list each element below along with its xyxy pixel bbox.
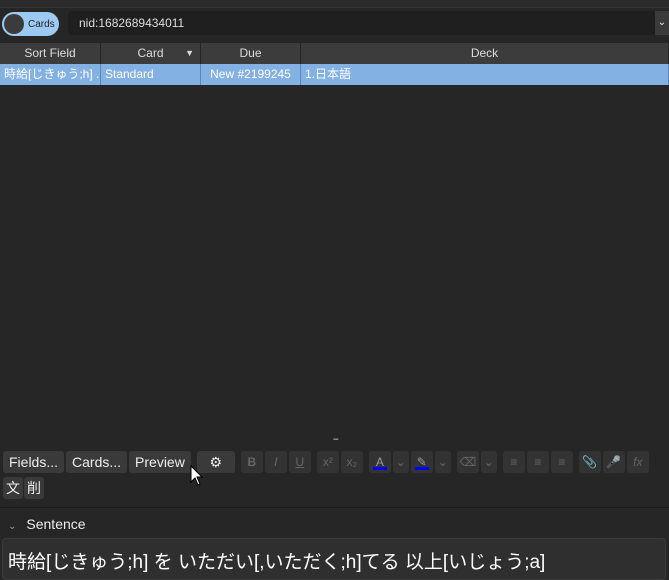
- math-button[interactable]: fx: [626, 451, 649, 473]
- align-icon: ≡: [558, 455, 566, 469]
- eraser-icon: ⌫: [459, 455, 477, 469]
- cards-button[interactable]: Cards...: [66, 451, 128, 473]
- paperclip-icon: 📎: [582, 455, 598, 469]
- eraser-button[interactable]: ⌫: [456, 451, 479, 473]
- field-label-text: Sentence: [26, 516, 86, 532]
- field-label[interactable]: ⌄ Sentence: [8, 516, 86, 532]
- title-bar: [0, 0, 669, 8]
- table-row[interactable]: 時給[じきゅう;h] ... Standard New #2199245 1.日…: [0, 64, 669, 85]
- underline-button[interactable]: U: [288, 451, 311, 473]
- chevron-down-icon: ⌄: [657, 17, 667, 28]
- toggle-knob: [4, 14, 24, 34]
- italic-button[interactable]: I: [264, 451, 287, 473]
- eraser-dropdown[interactable]: ⌄: [480, 451, 497, 473]
- mouse-cursor-icon: [190, 465, 204, 486]
- microphone-icon: 🎤: [606, 455, 622, 469]
- sentence-field-input[interactable]: 時給[じきゅう;h] を いただい[,いただく;h]てる 以上[いじょう;a]: [2, 538, 666, 580]
- toggle-label: Cards: [28, 18, 55, 30]
- column-due[interactable]: Due: [201, 43, 301, 64]
- cell-sort-field: 時給[じきゅう;h] ...: [0, 64, 101, 85]
- highlight-swatch: [414, 467, 429, 470]
- editor-toolbar: Fields... Cards... Preview ⚙ B I U x² x₂…: [3, 451, 649, 473]
- sort-desc-icon: ▼: [185, 48, 194, 58]
- column-sort-field[interactable]: Sort Field: [0, 43, 101, 64]
- search-history-dropdown[interactable]: ⌄: [655, 11, 669, 35]
- function-icon: fx: [633, 455, 643, 469]
- superscript-button[interactable]: x²: [316, 451, 339, 473]
- align-button[interactable]: ≡: [550, 451, 573, 473]
- column-card-label: Card: [137, 46, 164, 60]
- bold-button[interactable]: B: [240, 451, 263, 473]
- text-color-swatch: [372, 467, 387, 470]
- highlight-dropdown[interactable]: ⌄: [434, 451, 451, 473]
- addon-buttons: 文 削: [3, 477, 44, 499]
- addon-button-saku[interactable]: 削: [24, 477, 44, 499]
- numbered-list-icon: ≡: [534, 455, 542, 469]
- bullet-list-icon: ≡: [510, 455, 518, 469]
- numbered-list-button[interactable]: ≡: [526, 451, 549, 473]
- preview-button[interactable]: Preview: [129, 451, 191, 473]
- attach-button[interactable]: 📎: [578, 451, 601, 473]
- splitter-handle[interactable]: ▪▪▪▪: [333, 437, 338, 443]
- addon-button-bun[interactable]: 文: [3, 477, 23, 499]
- search-input[interactable]: nid:1682689434011: [68, 11, 656, 35]
- cell-card: Standard: [101, 64, 201, 85]
- text-color-dropdown[interactable]: ⌄: [392, 451, 409, 473]
- bullet-list-button[interactable]: ≡: [502, 451, 525, 473]
- text-color-button[interactable]: A: [368, 451, 391, 473]
- gear-icon: ⚙: [209, 454, 223, 470]
- subscript-button[interactable]: x₂: [340, 451, 363, 473]
- column-card[interactable]: Card ▼: [101, 43, 201, 64]
- cell-deck: 1.日本語: [301, 64, 669, 85]
- chevron-down-icon: ⌄: [8, 521, 17, 532]
- column-deck[interactable]: Deck: [301, 43, 669, 64]
- divider: [0, 507, 669, 508]
- table-header: Sort Field Card ▼ Due Deck: [0, 43, 669, 64]
- record-button[interactable]: 🎤: [602, 451, 625, 473]
- highlight-button[interactable]: ✎: [410, 451, 433, 473]
- cell-due: New #2199245: [201, 64, 301, 85]
- fields-button[interactable]: Fields...: [3, 451, 65, 473]
- cards-notes-toggle[interactable]: Cards: [2, 12, 59, 36]
